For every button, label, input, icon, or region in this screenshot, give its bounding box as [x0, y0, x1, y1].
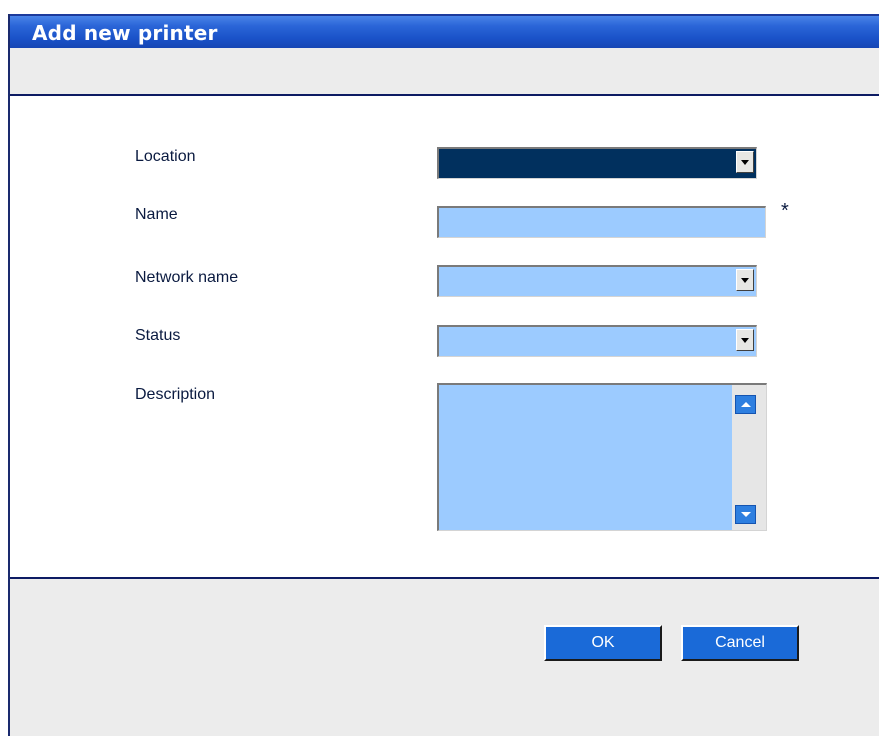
chevron-down-icon: [741, 159, 749, 165]
network-name-select[interactable]: [437, 265, 757, 297]
name-label: Name: [135, 206, 178, 223]
status-label: Status: [135, 327, 181, 344]
ok-button[interactable]: OK: [544, 625, 662, 661]
chevron-down-icon: [741, 337, 749, 343]
toolbar-area: [10, 48, 879, 94]
location-dropdown-button[interactable]: [736, 151, 754, 173]
network-name-label: Network name: [135, 269, 239, 286]
status-select[interactable]: [437, 325, 757, 357]
scroll-up-icon: [740, 402, 751, 407]
title-bar[interactable]: Add new printer: [10, 14, 879, 48]
name-input[interactable]: [437, 206, 766, 238]
chevron-down-icon: [741, 277, 749, 283]
status-dropdown-button[interactable]: [736, 329, 754, 351]
description-textarea[interactable]: [437, 383, 767, 531]
location-select[interactable]: [437, 147, 757, 179]
add-printer-dialog: Add new printer Location Name * Network …: [0, 0, 879, 736]
location-label: Location: [135, 148, 196, 165]
scroll-up-button[interactable]: [735, 395, 756, 414]
scroll-down-button[interactable]: [735, 505, 756, 524]
network-name-dropdown-button[interactable]: [736, 269, 754, 291]
scroll-down-icon: [740, 512, 751, 517]
description-label: Description: [135, 386, 216, 403]
cancel-button[interactable]: Cancel: [681, 625, 799, 661]
dialog-title: Add new printer: [32, 21, 218, 45]
required-marker: *: [781, 200, 789, 222]
description-scrollbar[interactable]: [732, 385, 766, 530]
